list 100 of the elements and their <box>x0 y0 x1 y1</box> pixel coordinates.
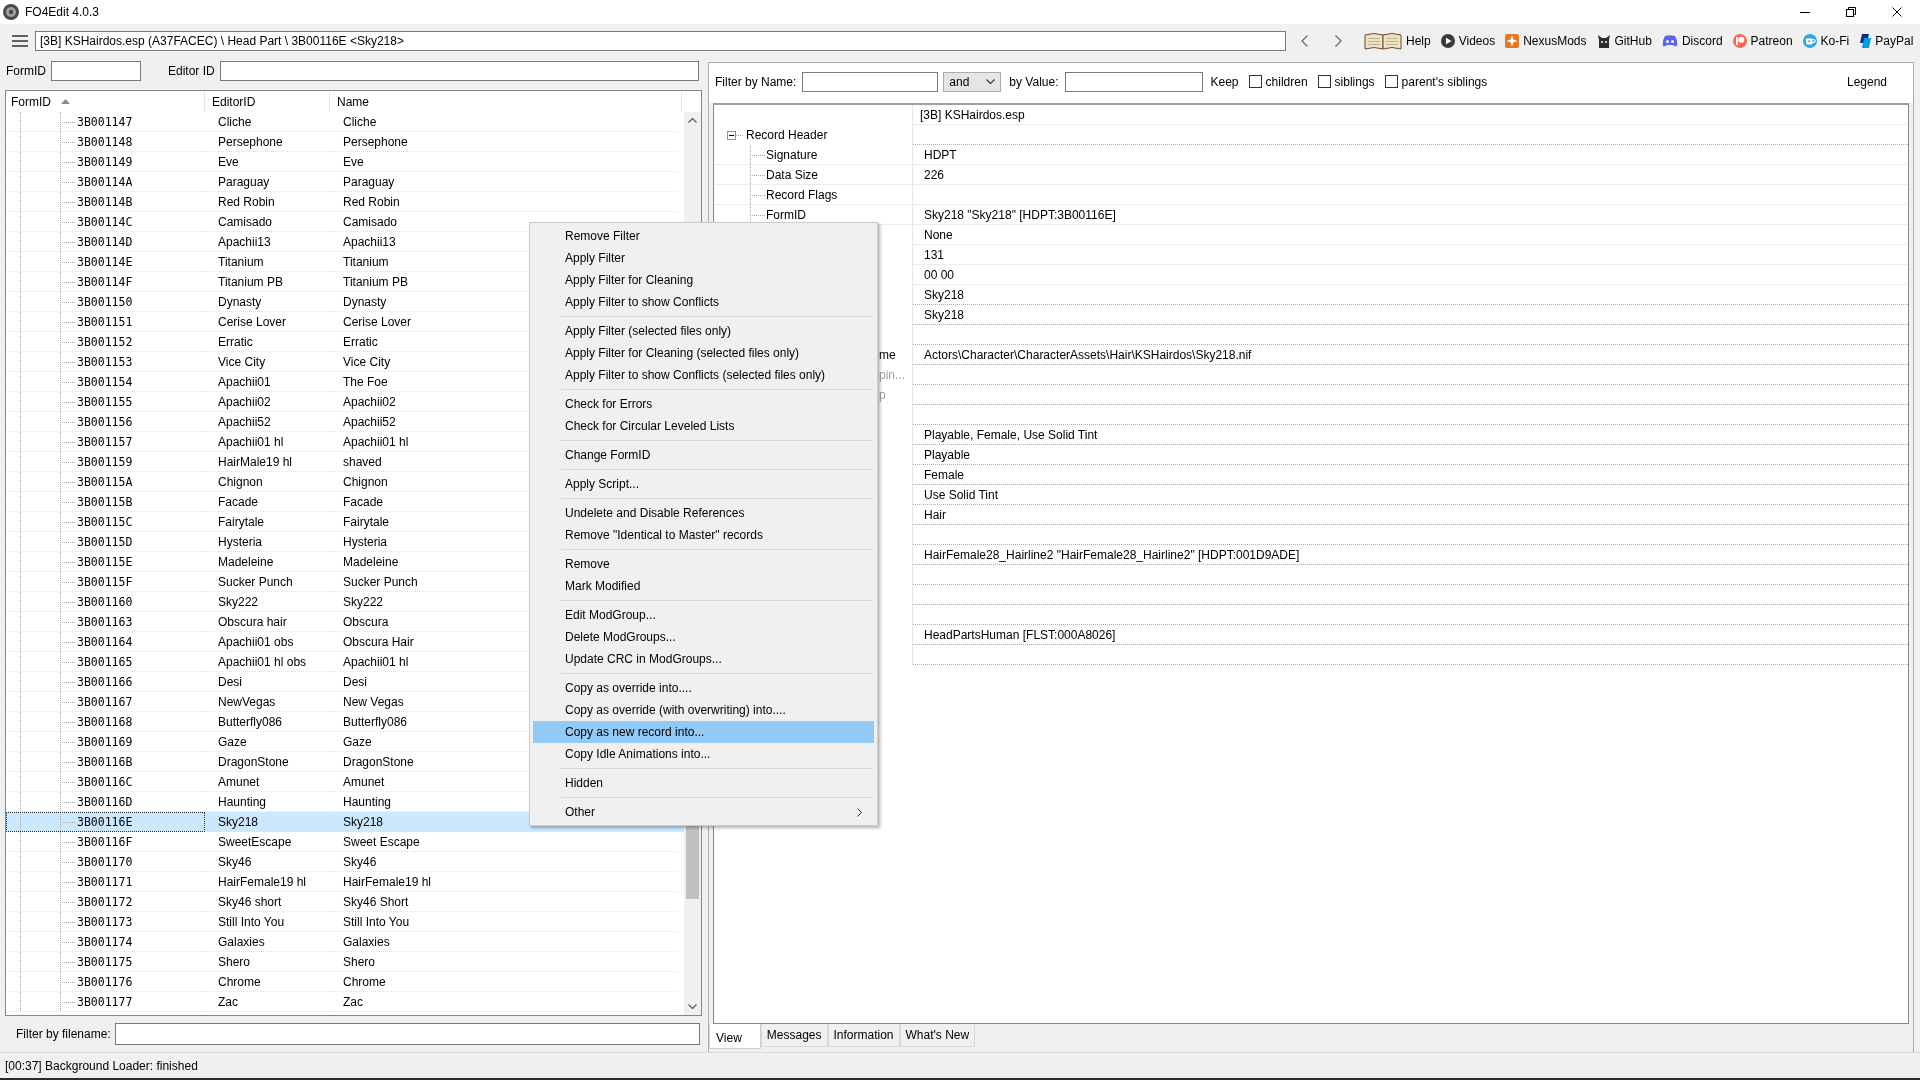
toolbar-link[interactable]: NexusMods <box>1505 34 1587 48</box>
column-header[interactable]: FormID <box>6 91 205 112</box>
star-tile-icon <box>1505 34 1520 48</box>
scroll-up-icon[interactable] <box>688 118 697 123</box>
toolbar-link[interactable]: Patreon <box>1732 34 1793 48</box>
table-cell: 3B00116F <box>6 832 205 852</box>
record-row[interactable]: 3B001175 Shero Shero <box>6 952 684 972</box>
checkbox-label[interactable]: siblings <box>1334 74 1375 89</box>
record-row[interactable]: 3B001170 Sky46 Sky46 <box>6 852 684 872</box>
toolbar-link[interactable]: Discord <box>1661 34 1723 48</box>
table-cell: 3B001150 <box>6 292 205 312</box>
table-cell: 3B001170 <box>6 852 205 872</box>
toolbar-link[interactable]: PayPal <box>1859 34 1914 48</box>
table-cell: 3B00116B <box>6 752 205 772</box>
editor-id-field[interactable] <box>219 61 699 81</box>
field-value: None <box>924 227 953 242</box>
checkbox-label[interactable]: children <box>1265 74 1308 89</box>
sort-arrow-icon <box>61 99 70 104</box>
record-row[interactable]: 3B001171 HairFemale19 hl HairFemale19 hl <box>6 872 684 892</box>
legend-button[interactable]: Legend <box>1846 74 1887 89</box>
record-row[interactable]: 3B001173 Still Into You Still Into You <box>6 912 684 932</box>
table-cell: Sky218 <box>205 812 330 832</box>
table-cell: Sweet Escape <box>330 832 676 852</box>
tab[interactable]: View <box>709 1024 761 1049</box>
toolbar-link[interactable]: Help <box>1364 32 1431 50</box>
table-cell: HairFemale19 hl <box>330 872 676 892</box>
record-row[interactable]: 3B001172 Sky46 short Sky46 Short <box>6 892 684 912</box>
close-icon <box>1892 7 1902 17</box>
field-value: Actors\Character\CharacterAssets\Hair\KSHairdos\Sky218.nif <box>924 347 1252 362</box>
field-label: p <box>879 388 886 402</box>
gamepad-icon <box>1661 35 1678 47</box>
collapse-icon[interactable] <box>727 130 736 140</box>
table-cell: Cliche <box>330 112 676 132</box>
table-cell: Zac <box>330 992 676 1012</box>
table-cell: 3B001176 <box>6 972 205 992</box>
record-row[interactable]: 3B001149 Eve Eve <box>6 152 684 172</box>
filename-filter-field[interactable] <box>114 1023 700 1045</box>
value-filter-field[interactable] <box>1064 71 1203 92</box>
table-cell: Facade <box>205 492 330 512</box>
checkbox[interactable] <box>1248 75 1262 88</box>
path-field[interactable]: [3B] KSHairdos.esp (A37FACEC) \ Head Part \ 3B00116E <Sky218> <box>35 31 1286 51</box>
table-cell: Butterfly086 <box>205 712 330 732</box>
table-cell: 3B00114B <box>6 192 205 212</box>
table-cell: 3B00115E <box>6 552 205 572</box>
table-cell: Still Into You <box>205 912 330 932</box>
back-icon[interactable] <box>1301 35 1308 47</box>
table-cell: Zac <box>205 992 330 1012</box>
table-cell: Amunet <box>205 772 330 792</box>
table-cell: Desi <box>205 672 330 692</box>
record-row[interactable]: 3B001177 Zac Zac <box>6 992 684 1012</box>
table-cell: 3B001177 <box>6 992 205 1012</box>
table-cell: 3B00115A <box>6 472 205 492</box>
table-cell: HairMale19 hl <box>205 452 330 472</box>
record-row[interactable]: 3B001174 Galaxies Galaxies <box>6 932 684 952</box>
table-cell: Sucker Punch <box>205 572 330 592</box>
checkbox-label[interactable]: parent's siblings <box>1401 74 1488 89</box>
toolbar-link[interactable]: GitHub <box>1596 34 1652 48</box>
checkbox[interactable] <box>1384 75 1398 88</box>
table-cell: 3B001147 <box>6 112 205 132</box>
parallelogram-icon <box>1859 34 1872 48</box>
dot-circle-icon <box>1732 34 1747 48</box>
record-row[interactable]: 3B001176 Chrome Chrome <box>6 972 684 992</box>
record-row[interactable]: 3B00116F SweetEscape Sweet Escape <box>6 832 684 852</box>
table-cell: 3B001157 <box>6 432 205 452</box>
tab[interactable]: Messages <box>760 1024 828 1047</box>
menu-icon[interactable] <box>12 35 28 47</box>
tab[interactable]: What's New <box>899 1024 976 1047</box>
column-header[interactable]: Name <box>330 91 682 112</box>
record-row[interactable]: 3B00114B Red Robin Red Robin <box>6 192 684 212</box>
table-cell: Paraguay <box>205 172 330 192</box>
table-cell: Chignon <box>205 472 330 492</box>
table-cell: 3B001166 <box>6 672 205 692</box>
table-cell: 3B001153 <box>6 352 205 372</box>
table-cell: 3B00114F <box>6 272 205 292</box>
record-row[interactable]: 3B00114A Paraguay Paraguay <box>6 172 684 192</box>
field-value: Sky218 <box>924 307 965 322</box>
toolbar-link[interactable]: Ko-Fi <box>1802 34 1850 48</box>
play-circle-icon <box>1440 34 1455 48</box>
table-cell: 3B001173 <box>6 912 205 932</box>
operator-dropdown[interactable]: and <box>943 71 1002 92</box>
field-value: Sky218 "Sky218" [HDPT:3B00116E] <box>924 207 1116 222</box>
field-label: Editor ID <box>168 64 215 78</box>
table-cell: Sky46 short <box>205 892 330 912</box>
scroll-down-icon[interactable] <box>688 1004 697 1009</box>
tab[interactable]: Information <box>827 1024 900 1047</box>
table-cell: 3B00115B <box>6 492 205 512</box>
formid-field[interactable] <box>51 61 141 81</box>
column-header[interactable]: EditorID <box>205 91 330 112</box>
field-label: by Value: <box>1009 74 1059 89</box>
record-row[interactable]: 3B001148 Persephone Persephone <box>6 132 684 152</box>
table-cell: 3B001167 <box>6 692 205 712</box>
name-filter-field[interactable] <box>802 71 939 92</box>
forward-icon[interactable] <box>1335 35 1342 47</box>
toolbar-link[interactable]: Videos <box>1440 34 1496 48</box>
menu-item[interactable]: Copy as new record into... <box>533 721 874 743</box>
record-row[interactable]: 3B001147 Cliche Cliche <box>6 112 684 132</box>
checkbox[interactable] <box>1317 75 1331 88</box>
table-cell: Shero <box>330 952 676 972</box>
table-cell: Cerise Lover <box>205 312 330 332</box>
table-cell: Titanium PB <box>205 272 330 292</box>
